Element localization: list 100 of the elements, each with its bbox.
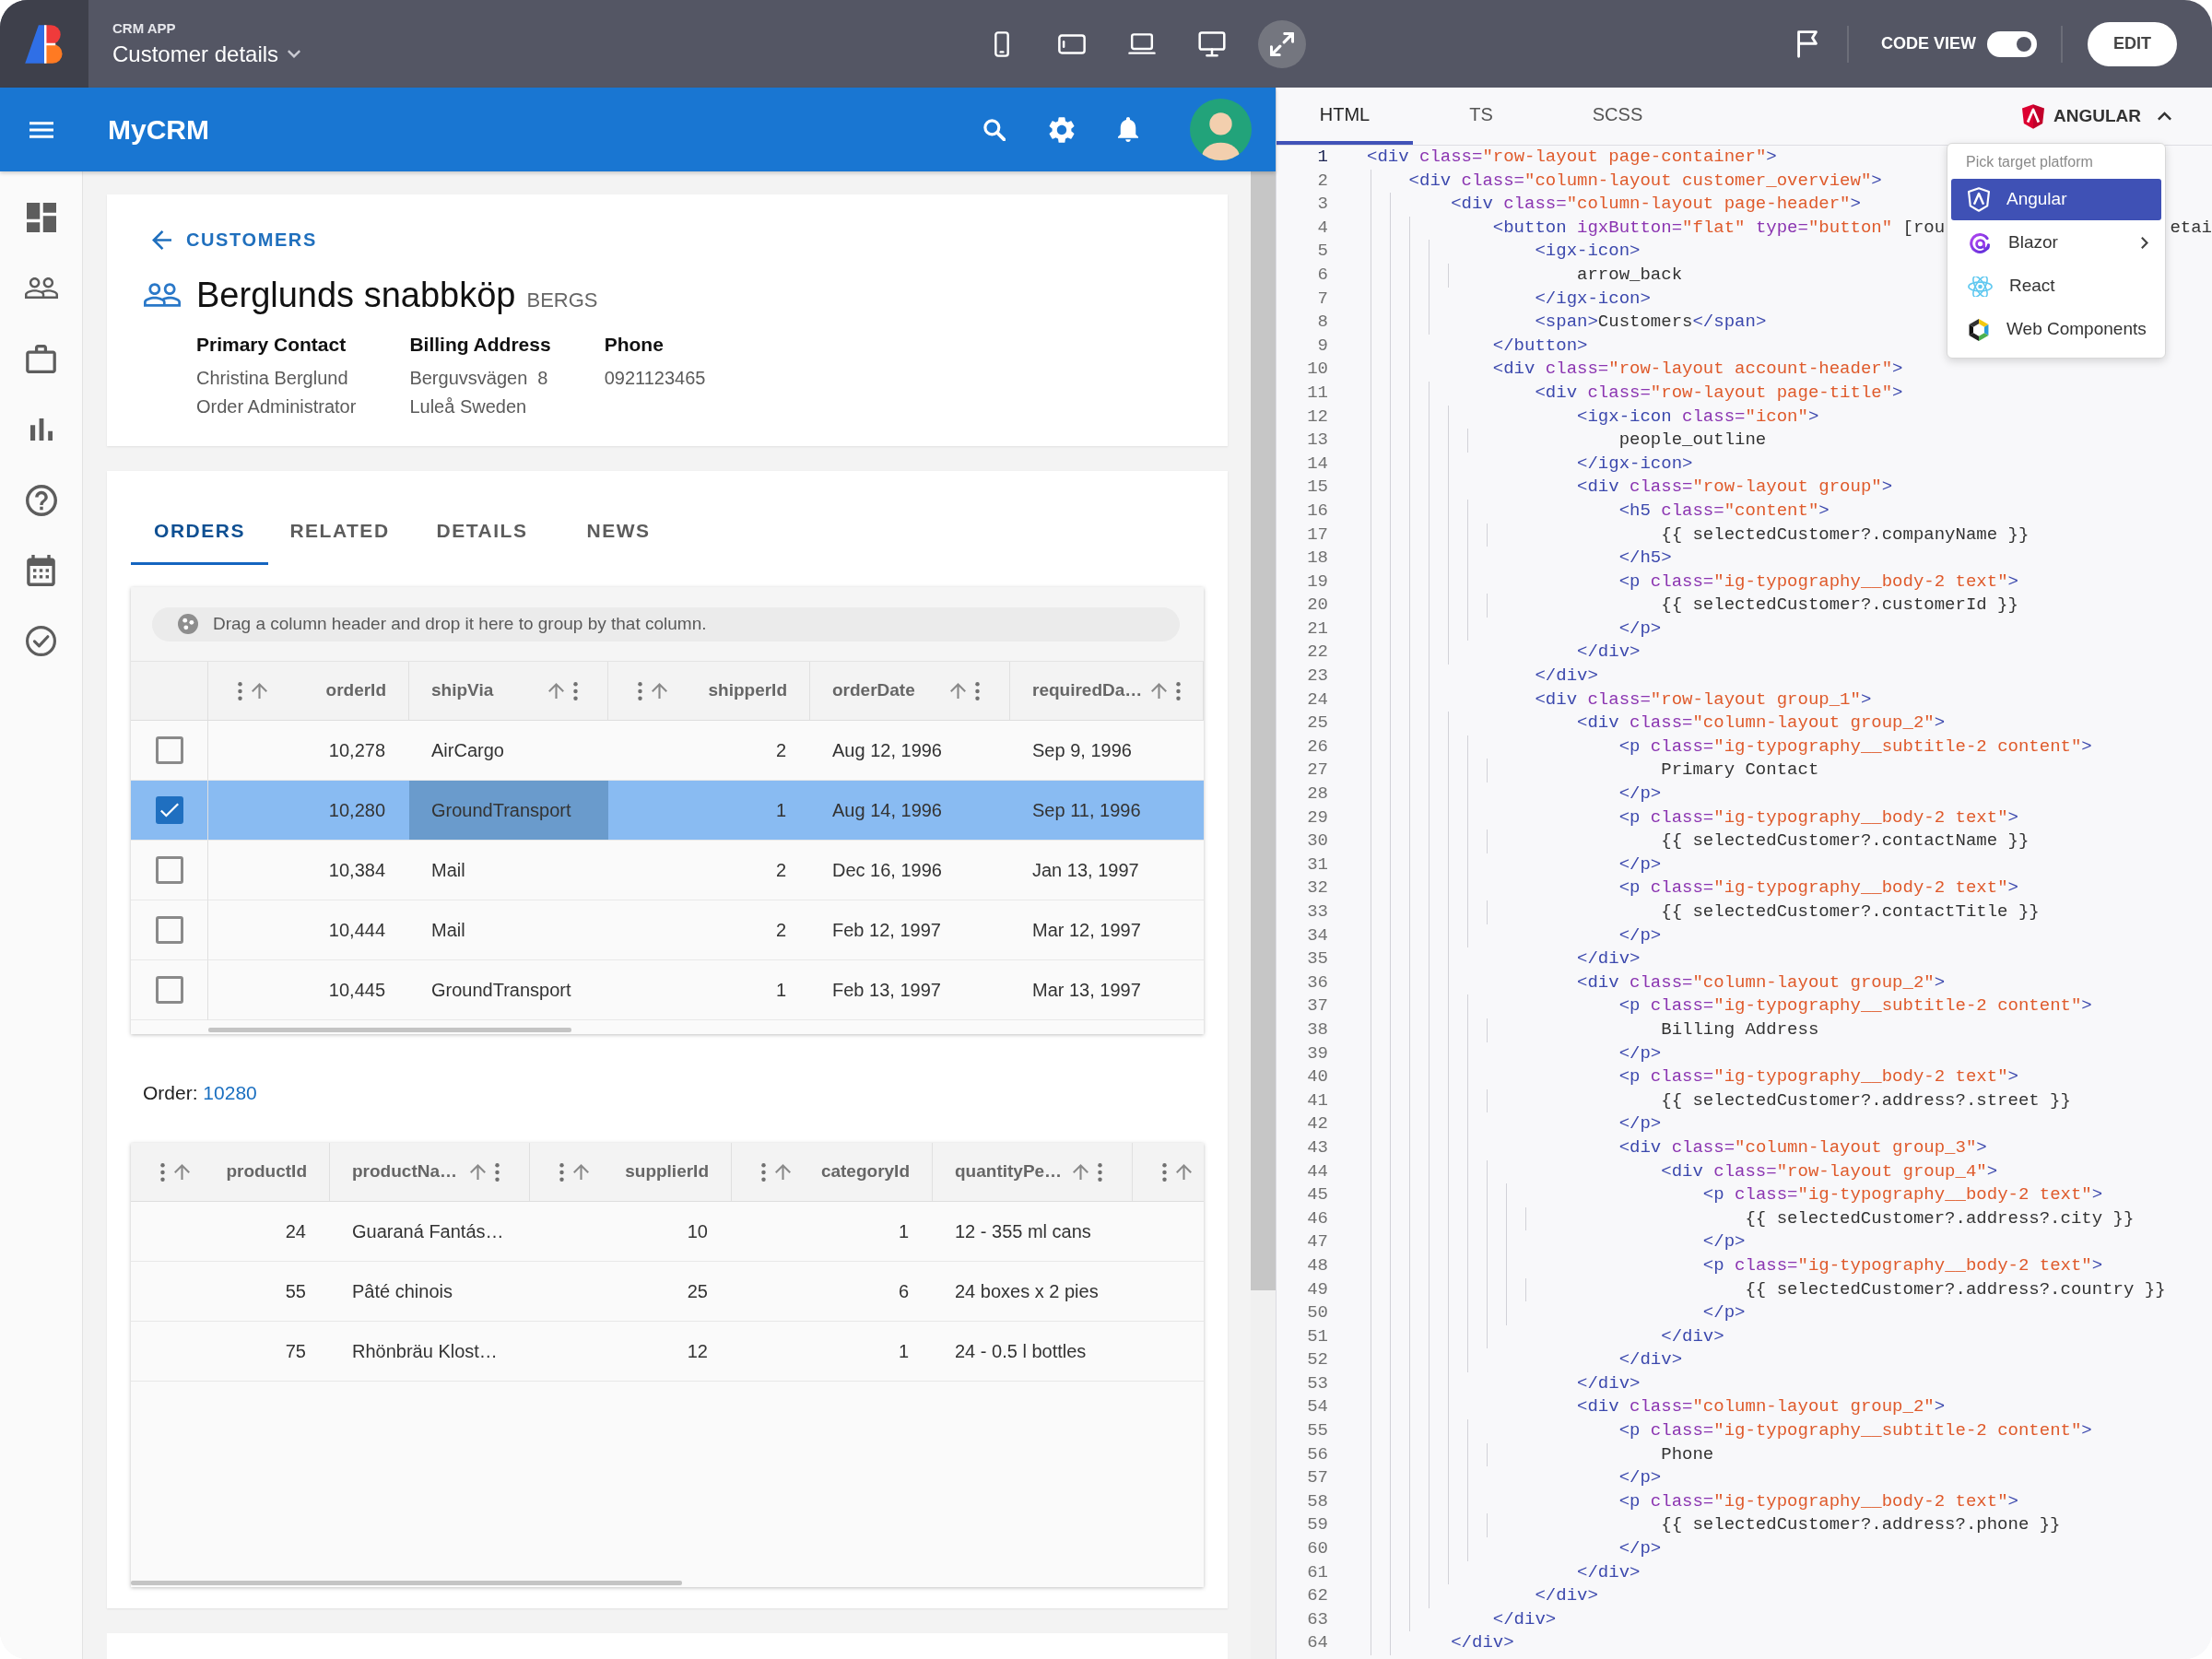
checkbox[interactable] <box>155 736 183 764</box>
more-icon[interactable] <box>160 1162 165 1182</box>
line-number: 11 <box>1307 382 1328 403</box>
checkbox[interactable] <box>155 916 183 944</box>
arrow-up-icon[interactable] <box>775 1164 791 1180</box>
menu-item[interactable]: React <box>1951 265 2161 307</box>
line-number: 22 <box>1307 641 1328 663</box>
search-icon[interactable] <box>983 118 1006 141</box>
column-header[interactable]: quantityPe… <box>933 1143 1133 1201</box>
edit-button[interactable]: EDIT <box>2088 21 2177 66</box>
briefcase-icon[interactable] <box>26 345 56 373</box>
menu-item[interactable]: Blazor <box>1951 222 2161 264</box>
dashboard-icon[interactable] <box>26 203 56 233</box>
line-number: 3 <box>1317 194 1328 215</box>
checkmark-icon <box>159 803 179 818</box>
arrow-up-icon[interactable] <box>1176 1164 1192 1180</box>
column-header[interactable]: supplierId <box>530 1143 732 1201</box>
more-icon[interactable] <box>559 1162 564 1182</box>
table-cell: Sep 11, 1996 <box>1010 781 1204 841</box>
column-header[interactable]: shipperId <box>608 662 810 720</box>
scrollbar[interactable] <box>208 1028 571 1032</box>
line-number: 8 <box>1317 312 1328 333</box>
arrow-up-icon[interactable] <box>1151 683 1168 699</box>
line-number: 61 <box>1307 1561 1328 1583</box>
flag-icon[interactable] <box>1797 29 1818 58</box>
back-link[interactable]: CUSTOMERS <box>152 229 317 251</box>
column-header[interactable]: productId <box>131 1143 330 1201</box>
tab[interactable]: RELATED <box>268 499 411 565</box>
code-line: <p class="ig-typography__body-2 text"> <box>1618 806 2018 830</box>
more-icon[interactable] <box>975 681 980 700</box>
column-header[interactable]: categoryId <box>732 1143 933 1201</box>
column-header[interactable]: shipVia <box>409 662 608 720</box>
arrow-up-icon[interactable] <box>573 1164 589 1180</box>
scrollbar[interactable] <box>131 1581 682 1585</box>
code-line: </div> <box>1535 1584 1598 1608</box>
code-line: <igx-icon> <box>1535 240 1641 264</box>
line-number: 43 <box>1307 1136 1328 1158</box>
arrow-up-icon[interactable] <box>470 1164 486 1180</box>
table-cell: Jan 13, 1997 <box>1010 841 1204 900</box>
tab[interactable]: NEWS <box>553 499 684 565</box>
arrow-up-icon[interactable] <box>950 683 966 699</box>
arrow-up-icon[interactable] <box>1073 1164 1088 1180</box>
arrow-up-icon[interactable] <box>252 683 267 699</box>
more-icon[interactable] <box>238 681 242 700</box>
scrollbar[interactable] <box>1251 171 1276 1290</box>
more-icon[interactable] <box>1176 681 1182 700</box>
app-logo[interactable] <box>24 23 65 65</box>
arrow-up-icon[interactable] <box>174 1164 190 1180</box>
column-header[interactable]: requiredDa… <box>1010 662 1204 720</box>
bell-icon[interactable] <box>1118 117 1138 142</box>
more-icon[interactable] <box>638 681 642 700</box>
menu-item[interactable]: Web Components <box>1951 309 2161 350</box>
settings-icon[interactable] <box>1049 116 1075 143</box>
toggle-switch[interactable] <box>1987 30 2037 57</box>
checkbox[interactable] <box>155 856 183 884</box>
tab[interactable]: ORDERS <box>131 499 268 565</box>
column-header[interactable]: orderId <box>208 662 409 720</box>
line-number: 29 <box>1307 806 1328 828</box>
code-line: <p class="ig-typography__subtitle-2 content"> <box>1618 735 2092 759</box>
code-line: </div> <box>1535 665 1598 688</box>
tab[interactable]: TS <box>1413 88 1549 145</box>
more-icon[interactable] <box>495 1162 500 1182</box>
check-circle-icon[interactable] <box>26 626 56 657</box>
avatar-icon[interactable] <box>1190 99 1252 160</box>
laptop-icon <box>1128 33 1156 54</box>
arrow-up-icon[interactable] <box>548 683 564 699</box>
line-number: 44 <box>1307 1160 1328 1182</box>
tab[interactable]: SCSS <box>1549 88 1686 145</box>
page-dropdown[interactable]: Customer details <box>112 40 301 68</box>
caret-down-icon[interactable] <box>288 50 301 58</box>
tab[interactable]: DETAILS <box>411 499 553 565</box>
bar-chart-icon[interactable] <box>29 418 53 441</box>
table-cell: 75 <box>131 1322 330 1382</box>
column-header[interactable]: productNa… <box>330 1143 530 1201</box>
order-link[interactable]: 10280 <box>203 1082 257 1103</box>
line-number: 58 <box>1307 1490 1328 1512</box>
menu-icon[interactable] <box>29 121 53 138</box>
menu-item[interactable]: Angular <box>1951 179 2161 220</box>
line-number: 60 <box>1307 1538 1328 1559</box>
platform-button[interactable]: ANGULAR <box>2022 98 2171 135</box>
swirl-icon <box>1968 231 1992 254</box>
drop-zone[interactable]: Drag a column header and drop it here to group by that column. <box>152 606 1180 641</box>
checkbox[interactable] <box>155 796 183 824</box>
fullscreen-button[interactable] <box>1258 19 1306 68</box>
column-header[interactable]: orderDate <box>810 662 1010 720</box>
arrow-up-icon[interactable] <box>652 683 667 699</box>
caret-up-icon <box>2158 112 2171 121</box>
more-icon[interactable] <box>573 681 578 700</box>
tab[interactable]: HTML <box>1277 88 1413 145</box>
code-line: </p> <box>1618 1112 1662 1136</box>
people-icon[interactable] <box>24 277 58 300</box>
more-icon[interactable] <box>761 1162 766 1182</box>
more-icon[interactable] <box>1098 1162 1102 1182</box>
more-icon[interactable] <box>1162 1162 1167 1182</box>
checkbox[interactable] <box>155 976 183 1004</box>
line-number: 25 <box>1307 712 1328 734</box>
help-icon[interactable] <box>25 484 57 516</box>
line-number: 53 <box>1307 1372 1328 1394</box>
calendar-icon[interactable] <box>27 555 55 587</box>
code-line: <div class="column-layout group_3"> <box>1618 1135 1987 1159</box>
